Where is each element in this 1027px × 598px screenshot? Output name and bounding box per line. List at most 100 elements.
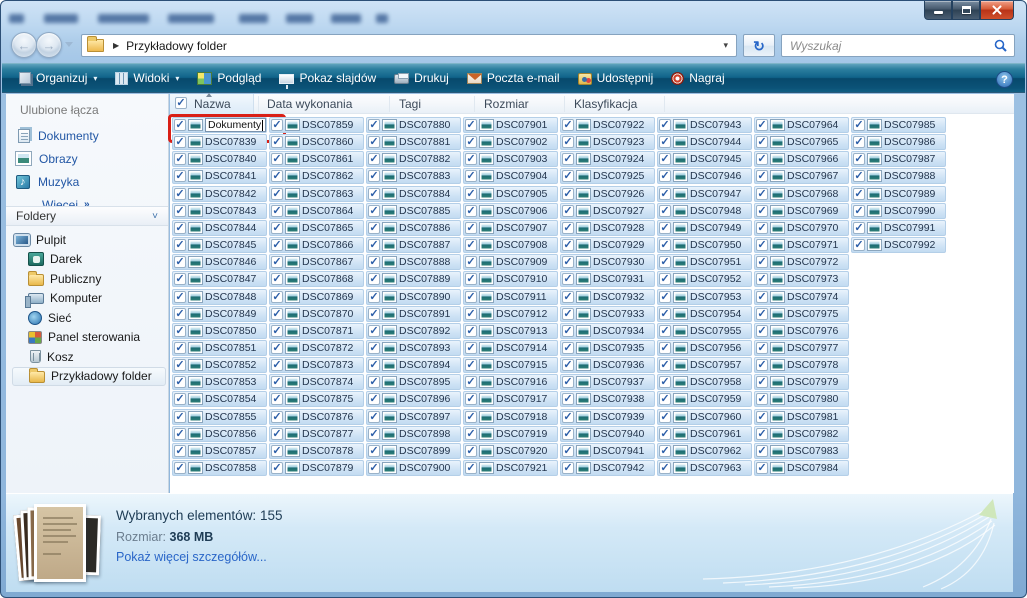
column-separator[interactable] <box>258 96 259 112</box>
item-checkbox[interactable]: ✓ <box>562 359 574 371</box>
file-tile[interactable]: ✓ DSC07975 <box>754 306 849 322</box>
item-checkbox[interactable]: ✓ <box>756 119 768 131</box>
item-checkbox[interactable]: ✓ <box>465 325 477 337</box>
item-checkbox[interactable]: ✓ <box>465 188 477 200</box>
file-tile[interactable]: ✓ DSC07979 <box>754 374 849 390</box>
item-checkbox[interactable]: ✓ <box>174 256 186 268</box>
file-tile[interactable]: ✓ DSC07980 <box>754 391 849 407</box>
sidebar-item-muzyka[interactable]: Muzyka <box>16 170 164 193</box>
item-checkbox[interactable]: ✓ <box>174 188 186 200</box>
column-header-klasyfikacja[interactable]: Klasyfikacja <box>574 97 637 111</box>
select-all-checkbox[interactable]: ✓ <box>175 97 187 109</box>
file-tile[interactable]: ✓ DSC07850 <box>172 323 267 339</box>
file-tile[interactable]: ✓ DSC07927 <box>560 203 655 219</box>
file-tile[interactable]: ✓ DSC07841 <box>172 168 267 184</box>
file-tile[interactable]: ✓ DSC07904 <box>463 168 558 184</box>
file-tile[interactable]: ✓ DSC07972 <box>754 254 849 270</box>
file-tile[interactable]: ✓ DSC07973 <box>754 271 849 287</box>
item-checkbox[interactable]: ✓ <box>756 170 768 182</box>
file-tile[interactable]: ✓ DSC07907 <box>463 220 558 236</box>
item-checkbox[interactable]: ✓ <box>174 205 186 217</box>
item-checkbox[interactable]: ✓ <box>659 428 671 440</box>
file-tile[interactable]: ✓ DSC07886 <box>366 220 461 236</box>
chevron-collapse-icon[interactable]: ˅ <box>152 211 158 222</box>
item-checkbox[interactable]: ✓ <box>853 170 865 182</box>
file-tile[interactable]: ✓ DSC07952 <box>657 271 752 287</box>
item-checkbox[interactable]: ✓ <box>368 428 380 440</box>
item-checkbox[interactable]: ✓ <box>174 291 186 303</box>
item-checkbox[interactable]: ✓ <box>174 411 186 423</box>
item-checkbox[interactable]: ✓ <box>368 119 380 131</box>
item-checkbox[interactable]: ✓ <box>659 376 671 388</box>
file-tile[interactable]: ✓ DSC07851 <box>172 340 267 356</box>
tree-item-przykladowy-folder[interactable]: Przykładowy folder <box>12 366 166 386</box>
item-checkbox[interactable]: ✓ <box>756 205 768 217</box>
item-checkbox[interactable]: ✓ <box>465 291 477 303</box>
breadcrumb-dropdown-icon[interactable]: ▾ <box>723 40 728 51</box>
item-checkbox[interactable]: ✓ <box>562 170 574 182</box>
item-checkbox[interactable]: ✓ <box>174 119 186 131</box>
item-checkbox[interactable]: ✓ <box>562 462 574 474</box>
preview-button[interactable]: Podgląd <box>188 67 270 89</box>
file-tile[interactable]: ✓ DSC07864 <box>269 203 364 219</box>
item-checkbox[interactable]: ✓ <box>562 136 574 148</box>
item-checkbox[interactable]: ✓ <box>562 428 574 440</box>
file-tile[interactable]: ✓ DSC07884 <box>366 186 461 202</box>
file-tile[interactable]: ✓ DSC07891 <box>366 306 461 322</box>
item-checkbox[interactable]: ✓ <box>562 273 574 285</box>
file-tile[interactable]: ✓ DSC07946 <box>657 168 752 184</box>
item-checkbox[interactable]: ✓ <box>853 136 865 148</box>
file-tile[interactable]: ✓ DSC07847 <box>172 271 267 287</box>
item-checkbox[interactable]: ✓ <box>465 205 477 217</box>
item-checkbox[interactable]: ✓ <box>368 445 380 457</box>
file-tile[interactable]: ✓ DSC07916 <box>463 374 558 390</box>
file-tile[interactable]: ✓ DSC07967 <box>754 168 849 184</box>
file-tile[interactable]: ✓ DSC07947 <box>657 186 752 202</box>
item-checkbox[interactable]: ✓ <box>756 411 768 423</box>
file-tile[interactable]: ✓ DSC07883 <box>366 168 461 184</box>
item-checkbox[interactable]: ✓ <box>271 273 283 285</box>
item-checkbox[interactable]: ✓ <box>562 205 574 217</box>
file-tile[interactable]: ✓ DSC07888 <box>366 254 461 270</box>
column-header-nazwa[interactable]: Nazwa <box>194 97 231 111</box>
file-tile[interactable]: ✓ DSC07989 <box>851 186 946 202</box>
file-tile[interactable]: ✓ DSC07860 <box>269 134 364 150</box>
file-tile[interactable]: ✓ DSC07872 <box>269 340 364 356</box>
item-checkbox[interactable]: ✓ <box>271 393 283 405</box>
tree-item-pulpit[interactable]: Pulpit <box>12 230 166 250</box>
item-checkbox[interactable]: ✓ <box>271 325 283 337</box>
file-tile-renaming[interactable]: ✓ Dokumenty <box>168 114 286 143</box>
item-checkbox[interactable]: ✓ <box>271 188 283 200</box>
file-tile[interactable]: ✓ DSC07863 <box>269 186 364 202</box>
file-tile[interactable]: ✓ DSC07846 <box>172 254 267 270</box>
item-checkbox[interactable]: ✓ <box>756 393 768 405</box>
file-tile[interactable]: ✓ DSC07870 <box>269 306 364 322</box>
file-tile[interactable]: ✓ DSC07920 <box>463 443 558 459</box>
file-tile[interactable]: ✓ DSC07988 <box>851 168 946 184</box>
item-checkbox[interactable]: ✓ <box>659 273 671 285</box>
item-checkbox[interactable]: ✓ <box>465 342 477 354</box>
item-checkbox[interactable]: ✓ <box>174 153 186 165</box>
item-checkbox[interactable]: ✓ <box>465 239 477 251</box>
item-checkbox[interactable]: ✓ <box>659 170 671 182</box>
share-button[interactable]: Udostępnij <box>569 67 663 89</box>
file-tile[interactable]: ✓ DSC07917 <box>463 391 558 407</box>
email-button[interactable]: Poczta e-mail <box>458 67 569 89</box>
item-checkbox[interactable]: ✓ <box>174 136 186 148</box>
file-tile[interactable]: ✓ DSC07945 <box>657 151 752 167</box>
file-tile[interactable]: ✓ DSC07924 <box>560 151 655 167</box>
file-tile[interactable]: ✓ DSC07889 <box>366 271 461 287</box>
item-checkbox[interactable]: ✓ <box>659 256 671 268</box>
tree-item-publiczny[interactable]: Publiczny <box>12 269 166 289</box>
file-tile[interactable]: ✓ DSC07985 <box>851 117 946 133</box>
item-checkbox[interactable]: ✓ <box>368 411 380 423</box>
file-tile[interactable]: ✓ DSC07954 <box>657 306 752 322</box>
item-checkbox[interactable]: ✓ <box>465 170 477 182</box>
file-tile[interactable]: ✓ DSC07875 <box>269 391 364 407</box>
file-tile[interactable]: ✓ DSC07960 <box>657 409 752 425</box>
item-checkbox[interactable]: ✓ <box>756 256 768 268</box>
file-tile[interactable]: ✓ DSC07902 <box>463 134 558 150</box>
file-tile[interactable]: ✓ DSC07968 <box>754 186 849 202</box>
file-tile[interactable]: ✓ DSC07880 <box>366 117 461 133</box>
forward-button[interactable]: → <box>36 32 62 58</box>
